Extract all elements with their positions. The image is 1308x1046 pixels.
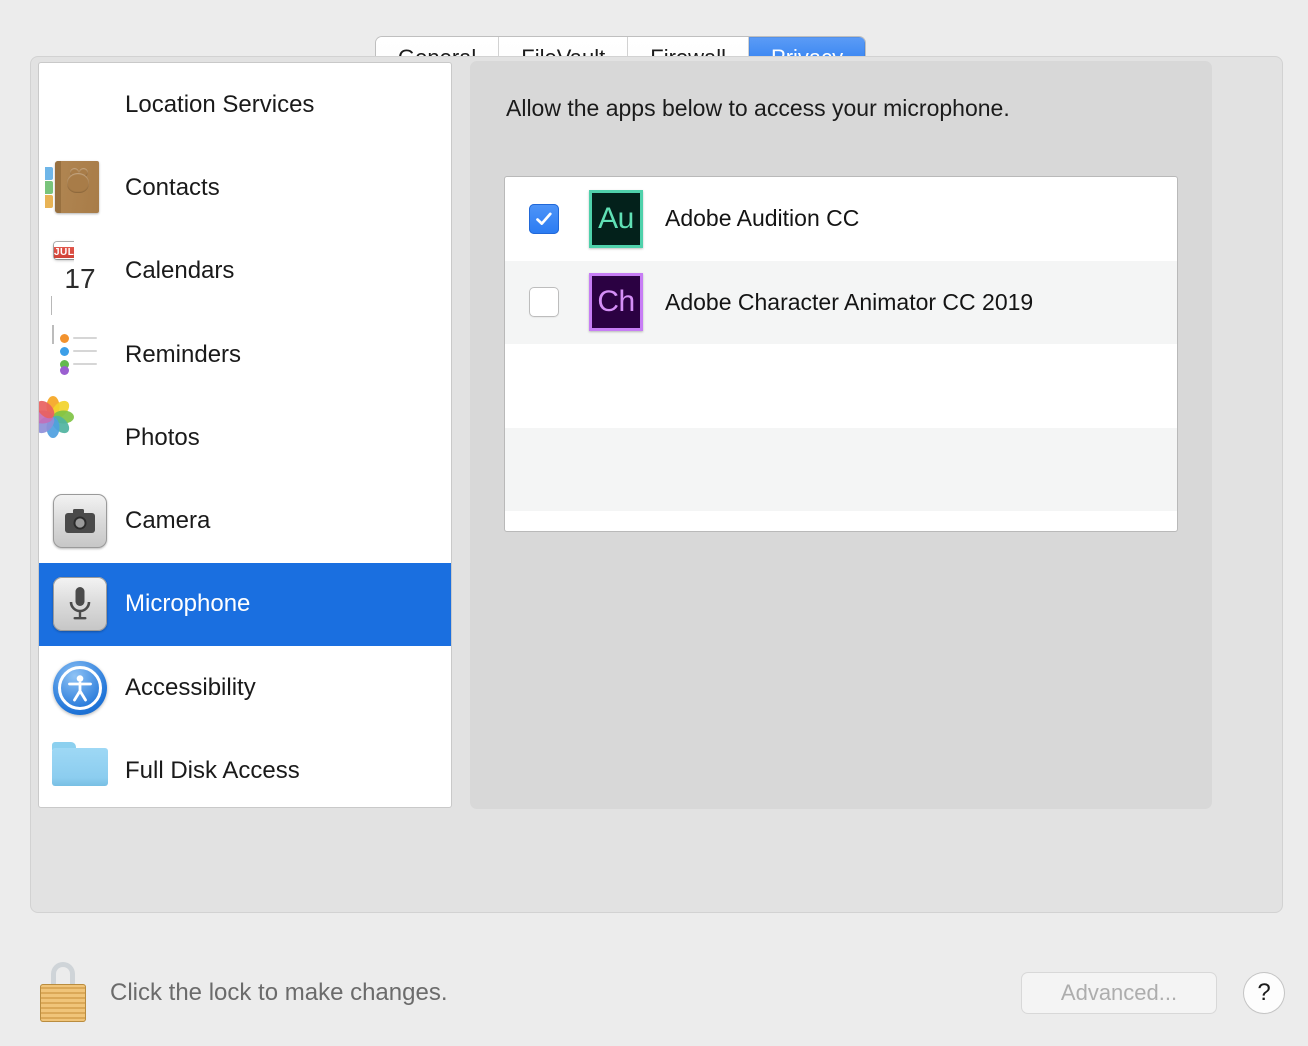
location-services-icon [51,76,109,134]
table-row[interactable]: Au Adobe Audition CC [505,177,1177,261]
app-name-label: Adobe Character Animator CC 2019 [665,288,1034,315]
sidebar-item-label: Microphone [125,590,251,618]
lock-message: Click the lock to make changes. [110,979,448,1006]
adobe-character-animator-icon: Ch [589,273,643,332]
calendar-day-label: 17 [64,263,96,295]
sidebar-item-label: Calendars [125,257,235,285]
app-permission-checkbox[interactable] [529,287,559,318]
sidebar-item-calendars[interactable]: JUL 17 Calendars [39,230,451,313]
empty-list-row [505,427,1177,511]
app-permission-list[interactable]: Au Adobe Audition CC Ch Adobe Character … [504,176,1178,532]
sidebar-item-microphone[interactable]: Microphone [39,562,451,647]
lock-body-icon [40,984,86,1022]
app-name-label: Adobe Audition CC [665,205,860,232]
privacy-category-list[interactable]: Location Services Contacts JUL 17 Calend… [38,62,452,808]
sidebar-item-location-services[interactable]: Location Services [39,63,451,146]
security-privacy-preference-pane: General FileVault Firewall Privacy Locat… [0,0,1308,1046]
camera-icon [51,492,109,550]
app-permission-checkbox[interactable] [529,203,559,234]
sidebar-item-label: Full Disk Access [125,757,300,785]
advanced-button[interactable]: Advanced... [1022,973,1216,1013]
pane-title: Allow the apps below to access your micr… [506,95,1010,121]
sidebar-item-label: Contacts [125,173,220,201]
sidebar-item-label: Location Services [125,90,315,118]
help-button[interactable]: ? [1244,973,1284,1013]
reminders-icon [51,326,109,384]
sidebar-item-full-disk-access[interactable]: Full Disk Access [39,729,451,807]
accessibility-icon [51,659,109,717]
sidebar-item-contacts[interactable]: Contacts [39,146,451,229]
empty-list-row [505,511,1177,531]
calendar-month-label: JUL [54,247,75,259]
photos-icon [39,396,109,467]
sidebar-item-label: Camera [125,507,211,535]
sidebar-item-reminders[interactable]: Reminders [39,313,451,396]
privacy-detail-pane: Allow the apps below to access your micr… [470,61,1212,809]
sidebar-item-camera[interactable]: Camera [39,479,451,562]
folder-icon [51,742,109,800]
adobe-audition-icon: Au [589,189,643,248]
sidebar-item-accessibility[interactable]: Accessibility [39,646,451,729]
sidebar-item-label: Photos [125,423,200,451]
sidebar-item-label: Accessibility [125,673,256,701]
calendars-icon: JUL 17 [51,242,109,300]
table-row[interactable]: Ch Adobe Character Animator CC 2019 [505,260,1177,344]
sidebar-item-label: Reminders [125,340,242,368]
microphone-icon [51,575,109,633]
contacts-icon [45,159,109,217]
lock-button[interactable] [40,962,86,1022]
empty-list-row [505,344,1177,428]
sidebar-item-photos[interactable]: Photos [39,396,451,479]
